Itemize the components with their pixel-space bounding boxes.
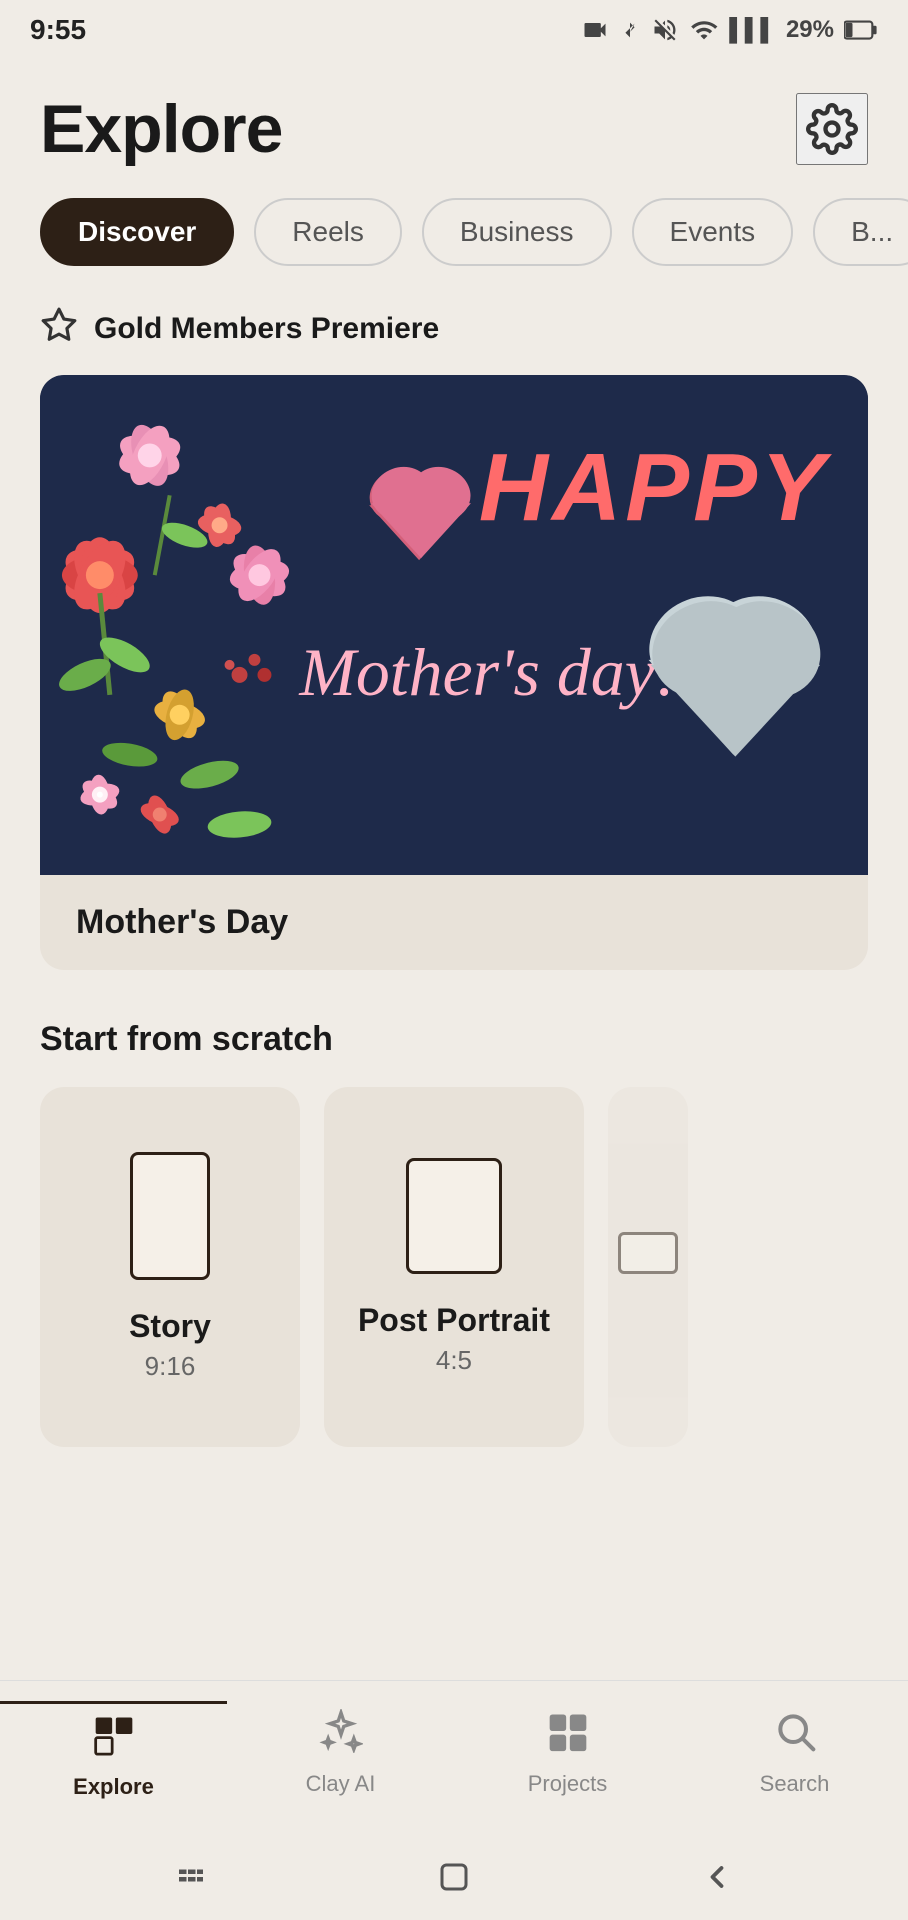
tab-events[interactable]: Events: [632, 198, 794, 266]
nav-explore[interactable]: Explore: [0, 1701, 227, 1800]
explore-icon: [92, 1712, 136, 1766]
page-title: Explore: [40, 90, 282, 168]
nav-clay-ai[interactable]: Clay AI: [227, 1701, 454, 1797]
portrait-rect: [406, 1158, 502, 1274]
tab-b[interactable]: B...: [813, 198, 908, 266]
scratch-cards: Story 9:16 Post Portrait 4:5: [40, 1087, 868, 1447]
tab-business[interactable]: Business: [422, 198, 612, 266]
search-icon: [773, 1709, 817, 1763]
featured-card[interactable]: HAPPY Mother's day!: [40, 375, 868, 970]
menu-icon[interactable]: [173, 1859, 209, 1902]
story-label: Story: [129, 1308, 211, 1345]
signal-icon: ▌▌▌: [729, 17, 776, 43]
main-content: Explore Discover Reels Business Events B…: [0, 60, 908, 1680]
svg-text:Mother's day!: Mother's day!: [298, 635, 677, 710]
bluetooth-icon: [619, 16, 641, 44]
page-header: Explore: [40, 90, 868, 168]
scratch-section-title: Start from scratch: [40, 1020, 868, 1059]
gold-section-header: Gold Members Premiere: [40, 306, 868, 351]
wifi-icon: [689, 16, 719, 44]
svg-text:HAPPY: HAPPY: [479, 434, 833, 541]
nav-projects-label: Projects: [528, 1771, 607, 1797]
portrait-format-icon: [406, 1158, 502, 1274]
tab-reels[interactable]: Reels: [254, 198, 402, 266]
bottom-nav: Explore Clay AI Projects: [0, 1680, 908, 1840]
gear-icon: [806, 103, 858, 155]
nav-clay-ai-label: Clay AI: [306, 1771, 376, 1797]
landscape-rect: [618, 1232, 678, 1274]
tab-discover[interactable]: Discover: [40, 198, 234, 266]
featured-card-label: Mother's Day: [40, 875, 868, 970]
scratch-card-landscape[interactable]: [608, 1087, 688, 1447]
category-tabs: Discover Reels Business Events B...: [40, 198, 868, 266]
battery-icon: [844, 18, 878, 42]
status-bar: 9:55 ▌▌▌ 29%: [0, 0, 908, 60]
camera-icon: [581, 16, 609, 44]
portrait-label: Post Portrait: [358, 1302, 550, 1339]
scratch-card-story[interactable]: Story 9:16: [40, 1087, 300, 1447]
mothers-day-scene: HAPPY Mother's day!: [40, 375, 868, 875]
scratch-card-portrait[interactable]: Post Portrait 4:5: [324, 1087, 584, 1447]
story-rect: [130, 1152, 210, 1280]
gold-section-title: Gold Members Premiere: [94, 312, 439, 346]
nav-explore-label: Explore: [73, 1774, 154, 1800]
status-icons: ▌▌▌ 29%: [581, 16, 878, 44]
landscape-format-icon: [618, 1232, 678, 1274]
story-format-icon: [130, 1152, 210, 1280]
portrait-ratio: 4:5: [436, 1345, 472, 1376]
nav-search[interactable]: Search: [681, 1701, 908, 1797]
nav-projects[interactable]: Projects: [454, 1701, 681, 1797]
nav-search-label: Search: [760, 1771, 830, 1797]
clay-ai-icon: [319, 1709, 363, 1763]
story-ratio: 9:16: [145, 1351, 196, 1382]
mute-icon: [651, 16, 679, 44]
projects-icon: [546, 1709, 590, 1763]
settings-button[interactable]: [796, 93, 868, 165]
home-icon[interactable]: [436, 1859, 472, 1902]
featured-image: HAPPY Mother's day!: [40, 375, 868, 875]
system-nav: [0, 1840, 908, 1920]
back-icon[interactable]: [699, 1859, 735, 1902]
battery-text: 29%: [786, 16, 834, 44]
status-time: 9:55: [30, 14, 86, 46]
gold-star-icon: [40, 306, 78, 351]
